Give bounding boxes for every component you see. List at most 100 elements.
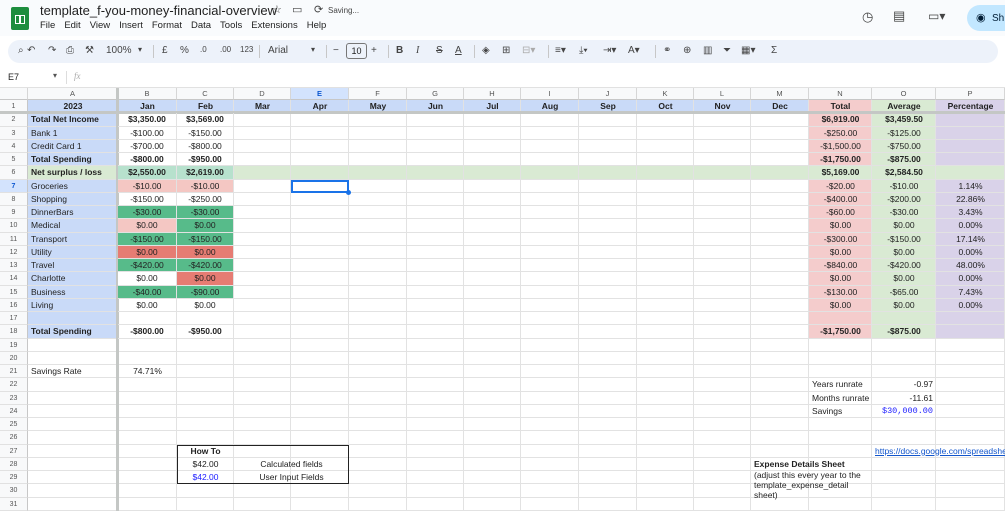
grid-cell[interactable] <box>694 113 751 127</box>
grid-cell[interactable] <box>464 113 521 127</box>
grid-cell[interactable] <box>291 126 349 140</box>
font-size-decrease-icon[interactable]: − <box>333 45 339 56</box>
column-header-b[interactable]: B <box>118 88 177 100</box>
grid-cell[interactable] <box>349 378 407 392</box>
grid-cell[interactable] <box>349 404 407 418</box>
more-formats-button[interactable]: 123 <box>240 45 253 54</box>
grid-cell[interactable] <box>291 351 349 365</box>
grid-cell[interactable] <box>349 192 407 206</box>
grid-cell[interactable] <box>637 431 694 445</box>
grid-cell[interactable] <box>579 391 637 405</box>
grid-cell[interactable] <box>349 219 407 233</box>
grid-cell[interactable] <box>407 418 464 432</box>
grid-cell[interactable] <box>118 338 177 352</box>
grid-cell[interactable] <box>521 113 579 127</box>
row-header-18[interactable]: 18 <box>0 325 28 339</box>
name-box[interactable]: E7 <box>8 72 19 82</box>
print-icon[interactable]: ⎙ <box>66 45 74 56</box>
grid-cell[interactable] <box>521 418 579 432</box>
grid-cell[interactable] <box>177 351 234 365</box>
value-cell-b[interactable]: -$40.00 <box>118 285 177 299</box>
grid-cell[interactable] <box>694 457 751 471</box>
grid-cell[interactable] <box>464 259 521 273</box>
grid-cell[interactable] <box>234 365 291 379</box>
name-box-chevron-icon[interactable]: ▾ <box>53 71 57 80</box>
grid-cell[interactable] <box>579 179 637 193</box>
value-cell-c[interactable]: -$800.00 <box>177 139 234 153</box>
grid-cell[interactable] <box>936 457 1005 471</box>
grid-cell[interactable] <box>637 457 694 471</box>
grid-cell[interactable] <box>28 404 118 418</box>
grid-cell[interactable] <box>579 378 637 392</box>
grid-cell[interactable] <box>637 351 694 365</box>
grid-cell[interactable] <box>521 391 579 405</box>
grid-cell[interactable] <box>694 471 751 485</box>
grid-cell[interactable] <box>579 272 637 286</box>
grid-cell[interactable] <box>694 418 751 432</box>
grid-cell[interactable] <box>407 166 464 180</box>
grid-cell[interactable] <box>349 139 407 153</box>
grid-cell[interactable] <box>464 431 521 445</box>
strikethrough-button[interactable]: S <box>436 45 443 56</box>
grid-cell[interactable] <box>751 113 809 127</box>
grid-cell[interactable] <box>751 139 809 153</box>
grid-cell[interactable] <box>751 259 809 273</box>
grid-cell[interactable] <box>637 113 694 127</box>
grid-cell[interactable] <box>872 484 936 498</box>
column-header-p[interactable]: P <box>936 88 1005 100</box>
grid-cell[interactable] <box>579 245 637 259</box>
grid-cell[interactable] <box>464 192 521 206</box>
grid-cell[interactable] <box>809 444 872 458</box>
grid-cell[interactable] <box>118 391 177 405</box>
zoom-chevron-icon[interactable]: ▾ <box>138 45 142 54</box>
grid-cell[interactable] <box>751 338 809 352</box>
grid-cell[interactable] <box>407 497 464 511</box>
grid-cell[interactable] <box>407 365 464 379</box>
row-header-30[interactable]: 30 <box>0 484 28 498</box>
grid-cell[interactable] <box>407 325 464 339</box>
grid-cell[interactable] <box>28 431 118 445</box>
grid-cell[interactable] <box>349 259 407 273</box>
grid-cell[interactable] <box>464 457 521 471</box>
grid-cell[interactable] <box>751 192 809 206</box>
row-header-15[interactable]: 15 <box>0 285 28 299</box>
value-cell-c[interactable]: -$150.00 <box>177 232 234 246</box>
grid-cell[interactable] <box>234 325 291 339</box>
grid-cell[interactable] <box>751 351 809 365</box>
bold-button[interactable]: B <box>396 45 403 56</box>
grid-cell[interactable] <box>407 206 464 220</box>
grid-cell[interactable] <box>464 272 521 286</box>
grid-cell[interactable] <box>579 418 637 432</box>
select-all-corner[interactable] <box>0 88 28 100</box>
grid-cell[interactable] <box>234 338 291 352</box>
grid-cell[interactable] <box>28 484 118 498</box>
row-header-14[interactable]: 14 <box>0 272 28 286</box>
grid-cell[interactable] <box>694 497 751 511</box>
grid-cell[interactable] <box>291 325 349 339</box>
grid-cell[interactable] <box>936 351 1005 365</box>
grid-cell[interactable] <box>349 471 407 485</box>
grid-cell[interactable] <box>464 232 521 246</box>
vertical-align-icon[interactable]: ⤓▾ <box>579 45 588 56</box>
grid-cell[interactable] <box>751 179 809 193</box>
row-header-8[interactable]: 8 <box>0 192 28 206</box>
value-cell-b[interactable]: -$100.00 <box>118 126 177 140</box>
grid-cell[interactable] <box>809 338 872 352</box>
value-cell-b[interactable]: -$800.00 <box>118 325 177 339</box>
font-size-input[interactable]: 10 <box>346 43 367 59</box>
value-cell-b[interactable]: -$30.00 <box>118 206 177 220</box>
grid-cell[interactable] <box>694 298 751 312</box>
grid-cell[interactable] <box>464 484 521 498</box>
grid-cell[interactable] <box>118 351 177 365</box>
grid-cell[interactable] <box>349 179 407 193</box>
grid-cell[interactable] <box>872 431 936 445</box>
grid-cell[interactable] <box>579 219 637 233</box>
grid-cell[interactable] <box>579 192 637 206</box>
grid-cell[interactable] <box>118 418 177 432</box>
grid-cell[interactable] <box>694 126 751 140</box>
grid-cell[interactable] <box>118 404 177 418</box>
grid-cell[interactable] <box>407 219 464 233</box>
grid-cell[interactable] <box>521 404 579 418</box>
column-header-a[interactable]: A <box>28 88 118 100</box>
grid-cell[interactable] <box>936 338 1005 352</box>
